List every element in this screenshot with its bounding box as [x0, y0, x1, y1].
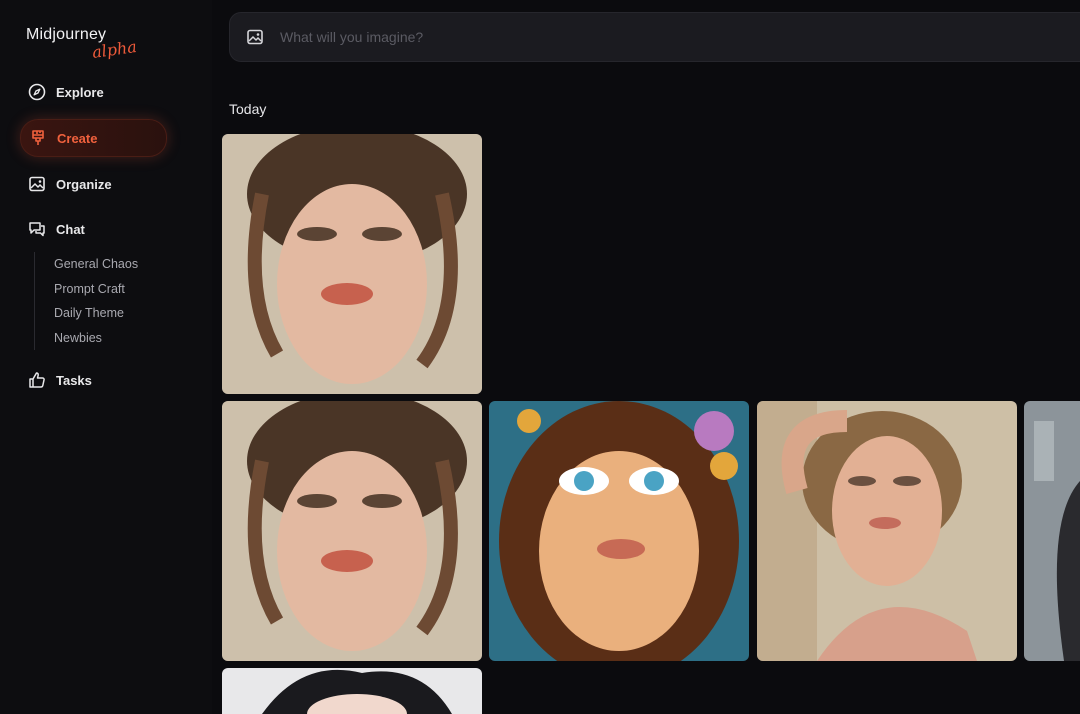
section-title-today: Today: [229, 101, 267, 117]
image-icon: [28, 175, 46, 193]
generated-image[interactable]: [222, 668, 482, 714]
nav-tasks-label: Tasks: [56, 372, 92, 388]
nav-chat-label: Chat: [56, 221, 85, 237]
nav-organize[interactable]: Organize: [20, 166, 200, 202]
nav-organize-label: Organize: [56, 176, 112, 192]
logo-text: Midjourney: [26, 26, 107, 43]
brush-icon: [29, 129, 47, 147]
prompt-input[interactable]: [278, 28, 982, 46]
nav-tasks[interactable]: Tasks: [20, 362, 200, 398]
logo[interactable]: Midjourney alpha: [26, 26, 138, 62]
compass-icon: [28, 83, 46, 101]
chat-icon: [28, 220, 46, 238]
prompt-bar[interactable]: [229, 12, 1080, 62]
generated-image[interactable]: [757, 401, 1017, 661]
main-nav: Explore Create Organize Chat General Cha…: [20, 74, 200, 407]
nav-explore-label: Explore: [56, 84, 104, 100]
chat-channel-item[interactable]: Prompt Craft: [54, 277, 200, 302]
thumbs-up-icon: [28, 371, 46, 389]
generated-image[interactable]: [489, 401, 749, 661]
generated-image[interactable]: [1024, 401, 1080, 661]
nav-create[interactable]: Create: [20, 119, 167, 157]
image-upload-icon[interactable]: [246, 28, 264, 46]
nav-create-label: Create: [57, 130, 98, 146]
chat-channel-item[interactable]: Newbies: [54, 326, 200, 351]
chat-channel-item[interactable]: Daily Theme: [54, 301, 200, 326]
nav-chat[interactable]: Chat: [20, 211, 200, 247]
chat-channel-item[interactable]: General Chaos: [54, 252, 200, 277]
nav-explore[interactable]: Explore: [20, 74, 200, 110]
generated-image[interactable]: [222, 134, 482, 394]
chat-channel-list: General Chaos Prompt Craft Daily Theme N…: [34, 252, 200, 351]
sidebar: Midjourney alpha Explore Create Organize: [0, 0, 212, 714]
generated-image[interactable]: [222, 401, 482, 661]
